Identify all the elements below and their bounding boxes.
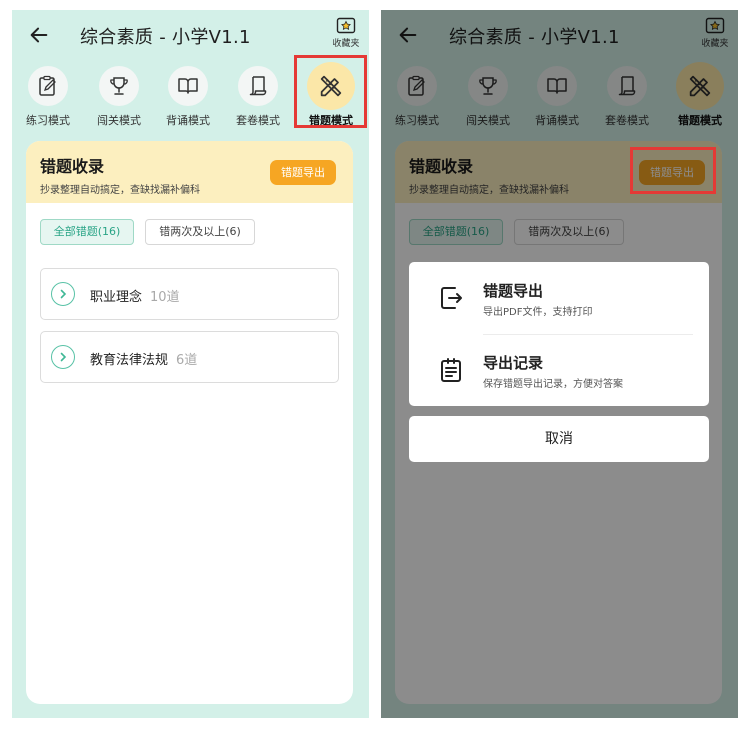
tab-paper-mode[interactable]: 套卷模式	[228, 66, 288, 128]
chevron-right-icon	[51, 345, 75, 369]
chevron-right-icon	[51, 282, 75, 306]
sheet-item-records[interactable]: 导出记录 保存错题导出记录，方便对答案	[409, 334, 709, 406]
filter-all[interactable]: 全部错题(16)	[40, 219, 134, 245]
sheet-item-export[interactable]: 错题导出 导出PDF文件，支持打印	[409, 262, 709, 334]
highlight-box	[630, 147, 716, 194]
favorites-button[interactable]: 收藏夹	[331, 16, 361, 54]
sheet-item-subtitle: 导出PDF文件，支持打印	[483, 307, 593, 318]
screen-export-sheet: 综合素质 - 小学V1.1 收藏夹 练习模式 闯关模式 背诵模式 套卷模式 错题…	[381, 10, 738, 718]
filter-wrong-twice[interactable]: 错两次及以上(6)	[145, 219, 255, 245]
page-title: 综合素质 - 小学V1.1	[80, 27, 251, 48]
clipboard-edit-icon	[39, 75, 56, 96]
mode-label: 练习模式	[26, 114, 70, 127]
cancel-button[interactable]: 取消	[409, 416, 709, 462]
record-list-icon	[441, 358, 461, 382]
top-bar: 综合素质 - 小学V1.1 收藏夹	[12, 10, 369, 60]
export-action-sheet: 错题导出 导出PDF文件，支持打印 导出记录 保存错题导出记录，方便对答案	[409, 262, 709, 406]
category-name: 教育法律法规	[90, 353, 169, 368]
category-count: 10道	[150, 290, 180, 305]
mode-label: 闯关模式	[97, 114, 141, 127]
category-count: 6道	[176, 353, 198, 368]
tab-level-mode[interactable]: 闯关模式	[89, 66, 149, 128]
screen-wrong-questions: 综合素质 - 小学V1.1 收藏夹 练习模式 闯关模式 背诵模式 套卷模式 错题…	[12, 10, 369, 718]
highlight-box	[294, 55, 367, 128]
back-arrow-icon[interactable]	[28, 24, 50, 46]
banner-subtitle: 抄录整理自动搞定，查缺找漏补偏科	[40, 185, 200, 196]
tab-recite-mode[interactable]: 背诵模式	[158, 66, 218, 128]
scroll-icon	[249, 76, 267, 96]
tab-practice-mode[interactable]: 练习模式	[18, 66, 78, 128]
banner: 错题收录 抄录整理自动搞定，查缺找漏补偏科 错题导出	[26, 141, 353, 203]
sheet-item-title: 错题导出	[483, 282, 544, 300]
sheet-item-subtitle: 保存错题导出记录，方便对答案	[483, 379, 623, 390]
export-file-icon	[441, 287, 462, 309]
category-name: 职业理念	[90, 290, 143, 305]
sheet-item-title: 导出记录	[483, 354, 544, 372]
trophy-icon	[110, 77, 128, 95]
wrong-questions-card: 错题收录 抄录整理自动搞定，查缺找漏补偏科 错题导出 全部错题(16) 错两次及…	[26, 141, 353, 704]
favorites-label: 收藏夹	[332, 39, 360, 49]
mode-label: 背诵模式	[166, 114, 210, 127]
banner-title: 错题收录	[40, 157, 105, 176]
list-item[interactable]: 教育法律法规 6道	[40, 331, 339, 383]
open-book-icon	[178, 78, 198, 94]
mode-label: 套卷模式	[236, 114, 280, 127]
export-button[interactable]: 错题导出	[270, 160, 336, 185]
list-item[interactable]: 职业理念 10道	[40, 268, 339, 320]
star-folder-icon	[336, 17, 356, 34]
